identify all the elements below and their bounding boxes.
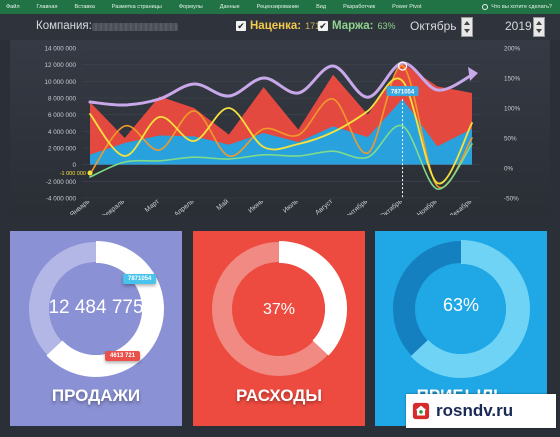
checkmark-icon: ✔ bbox=[318, 21, 328, 31]
y2-tick-label: -50% bbox=[504, 196, 519, 203]
sales-caption: ПРОДАЖИ bbox=[51, 386, 141, 405]
x-tick-label: Декабрь bbox=[448, 197, 474, 215]
sales-tag-bottom: 4613 721 bbox=[105, 351, 141, 361]
tab-developer[interactable]: Разработчик bbox=[343, 4, 375, 10]
sales-chart: 14 000 000 12 000 000 10 000 000 8 000 000 6… bbox=[10, 40, 550, 215]
tab-formulas[interactable]: Формулы bbox=[179, 4, 203, 10]
sales-value: 12 484 775 bbox=[48, 297, 144, 318]
tab-view[interactable]: Вид bbox=[316, 4, 326, 10]
y2-tick-label: 50% bbox=[504, 136, 517, 143]
filter-bar: Компания: ✔ Наценка: 171% ✔ Маржа: 63% О… bbox=[0, 14, 560, 40]
month-value: Октябрь bbox=[410, 19, 457, 33]
watermark: rosndv.ru bbox=[406, 394, 556, 428]
ribbon: Файл Главная Вставка Разметка страницы Ф… bbox=[0, 0, 560, 14]
y-tick-label: 14 000 000 bbox=[44, 46, 76, 53]
costs-panel: 37% РАСХОДЫ bbox=[193, 231, 365, 426]
y-tick-label: -2 000 000 bbox=[46, 179, 77, 186]
y2-tick-label: 150% bbox=[504, 76, 521, 83]
y-tick-label: 8 000 000 bbox=[48, 96, 77, 103]
tell-me-text: Что вы хотите сделать? bbox=[491, 4, 552, 10]
first-point-marker bbox=[87, 170, 93, 176]
company-label: Компания: bbox=[36, 20, 92, 32]
tab-page-layout[interactable]: Разметка страницы bbox=[112, 4, 162, 10]
y2-tick-label: 0% bbox=[504, 166, 514, 173]
y-tick-label: -4 000 000 bbox=[46, 196, 77, 203]
margin-value: 63% bbox=[377, 21, 396, 31]
x-tick-label: Август bbox=[314, 198, 334, 215]
month-spinner[interactable] bbox=[461, 17, 473, 37]
tab-insert[interactable]: Вставка bbox=[74, 4, 94, 10]
costs-caption: РАСХОДЫ bbox=[236, 386, 322, 405]
tab-file[interactable]: Файл bbox=[6, 4, 20, 10]
markup-checkbox[interactable]: ✔ Наценка: 171% bbox=[236, 20, 328, 32]
x-tick-label: Июль bbox=[282, 198, 300, 215]
x-tick-label: Октябрь bbox=[378, 197, 404, 215]
x-tick-label: Апрель bbox=[173, 198, 196, 215]
year-value: 2019 bbox=[505, 19, 532, 33]
x-tick-label: Март bbox=[144, 198, 161, 214]
october-callout-text: 7871054 bbox=[391, 90, 415, 96]
chart-svg: 14 000 000 12 000 000 10 000 000 8 000 000 6… bbox=[44, 46, 521, 216]
y-tick-label: 12 000 000 bbox=[44, 62, 76, 69]
tab-review[interactable]: Рецензирование bbox=[257, 4, 299, 10]
x-tick-label: Июнь bbox=[247, 198, 265, 215]
company-dropdown[interactable] bbox=[92, 23, 178, 31]
y-tick-label: 4 000 000 bbox=[48, 129, 77, 136]
y-tick-label: 10 000 000 bbox=[44, 79, 76, 86]
x-tick-label: Сентябрь bbox=[341, 197, 370, 215]
lightbulb-icon bbox=[482, 4, 489, 10]
tab-power-pivot[interactable]: Power Pivot bbox=[392, 4, 421, 10]
year-spinner[interactable] bbox=[533, 17, 545, 37]
arrow-head bbox=[468, 67, 478, 81]
margin-label: Маржа: bbox=[332, 20, 374, 32]
house-icon bbox=[412, 402, 430, 420]
x-tick-label: Ноябрь bbox=[415, 197, 439, 215]
margin-value: 63% bbox=[442, 295, 480, 315]
sales-panel: 12 484 775 7871054 4613 721 ПРОДАЖИ bbox=[10, 231, 182, 426]
tab-home[interactable]: Главная bbox=[37, 4, 58, 10]
watermark-text: rosndv.ru bbox=[436, 401, 514, 420]
first-point-label: -1 000 000 bbox=[60, 171, 86, 177]
x-tick-label: Февраль bbox=[100, 198, 126, 215]
sales-tag-top: 7871054 bbox=[123, 274, 157, 284]
checkmark-icon: ✔ bbox=[236, 21, 246, 31]
tell-me-box[interactable]: Что вы хотите сделать? bbox=[482, 4, 552, 10]
y2-tick-label: 200% bbox=[504, 46, 521, 53]
x-tick-label: Май bbox=[215, 197, 230, 212]
costs-value: 37% bbox=[262, 301, 296, 318]
tab-data[interactable]: Данные bbox=[220, 4, 240, 10]
y-tick-label: 6 000 000 bbox=[48, 112, 77, 119]
margin-checkbox[interactable]: ✔ Маржа: 63% bbox=[318, 20, 396, 32]
y2-tick-label: 100% bbox=[504, 106, 521, 113]
markup-label: Наценка: bbox=[250, 20, 302, 32]
y-tick-label: 2 000 000 bbox=[48, 146, 77, 153]
y-tick-label: 0 bbox=[72, 162, 76, 169]
